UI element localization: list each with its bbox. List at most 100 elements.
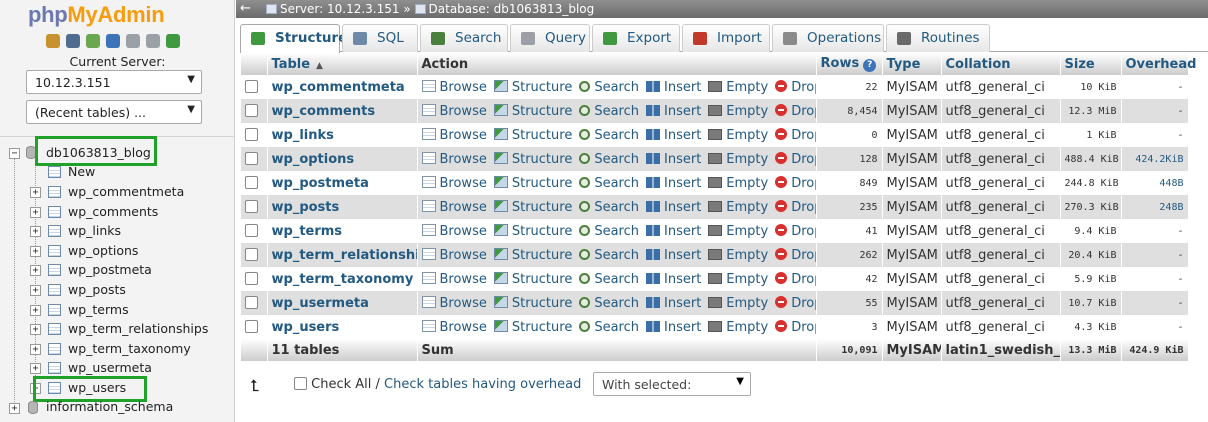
tree-db-information-schema[interactable]: + information_schema [0, 398, 234, 418]
collapse-icon[interactable]: − [9, 148, 20, 159]
action-structure[interactable]: Structure [493, 271, 572, 287]
tree-table-wp-posts[interactable]: + wp_posts [0, 280, 234, 300]
tree-table-label[interactable]: wp_links [68, 223, 121, 238]
action-drop[interactable]: Drop [775, 103, 815, 119]
tab-routines[interactable]: Routines [886, 24, 990, 52]
tree-table-wp-options[interactable]: + wp_options [0, 241, 234, 261]
logout-icon[interactable] [86, 34, 100, 48]
action-insert[interactable]: Insert [646, 224, 701, 239]
tab-sql[interactable]: SQL [342, 24, 418, 52]
tree-table-label[interactable]: wp_term_taxonomy [68, 341, 191, 356]
table-name-link[interactable]: wp_term_relationships [267, 243, 418, 267]
action-empty[interactable]: Empty [708, 224, 768, 239]
tree-table-wp-links[interactable]: + wp_links [0, 221, 234, 241]
row-checkbox[interactable] [245, 151, 258, 165]
action-structure[interactable]: Structure [493, 319, 572, 335]
action-search[interactable]: Search [579, 128, 639, 143]
check-overhead-link[interactable]: Check tables having overhead [384, 377, 581, 392]
tree-table-label[interactable]: wp_usermeta [68, 360, 152, 375]
row-checkbox[interactable] [245, 271, 258, 285]
action-empty[interactable]: Empty [708, 152, 768, 167]
row-checkbox[interactable] [245, 103, 258, 117]
row-checkbox[interactable] [245, 175, 258, 189]
tree-table-wp-commentmeta[interactable]: + wp_commentmeta [0, 182, 234, 202]
action-browse[interactable]: Browse [421, 295, 487, 311]
action-structure[interactable]: Structure [493, 295, 572, 311]
action-insert[interactable]: Insert [646, 272, 701, 287]
expand-icon[interactable]: + [30, 324, 41, 336]
expand-icon[interactable]: + [30, 343, 41, 355]
action-search[interactable]: Search [579, 296, 639, 311]
action-empty[interactable]: Empty [708, 80, 768, 95]
header-overhead[interactable]: Overhead [1121, 53, 1196, 75]
action-drop[interactable]: Drop [775, 127, 815, 143]
phpmyadmin-logo[interactable]: phpMyAdmin [28, 2, 165, 28]
tree-table-label[interactable]: wp_terms [68, 302, 129, 317]
action-browse[interactable]: Browse [421, 79, 487, 95]
tab-search[interactable]: Search [420, 24, 508, 52]
table-name-link[interactable]: wp_posts [267, 195, 418, 219]
action-structure[interactable]: Structure [493, 247, 572, 263]
action-insert[interactable]: Insert [646, 152, 701, 167]
expand-icon[interactable]: + [30, 245, 41, 257]
action-structure[interactable]: Structure [493, 223, 572, 239]
action-drop[interactable]: Drop [775, 319, 815, 335]
tree-db-label[interactable]: information_schema [46, 399, 173, 414]
action-drop[interactable]: Drop [775, 223, 815, 239]
expand-icon[interactable]: + [30, 285, 41, 296]
action-empty[interactable]: Empty [708, 128, 768, 143]
with-selected-select[interactable]: With selected: ▼ [593, 372, 751, 396]
home-icon[interactable] [46, 34, 60, 48]
action-drop[interactable]: Drop [775, 295, 815, 311]
action-insert[interactable]: Insert [646, 248, 701, 263]
action-insert[interactable]: Insert [646, 104, 701, 119]
header-rows[interactable]: Rows? [816, 53, 883, 75]
tab-import[interactable]: Import [682, 24, 770, 52]
row-checkbox[interactable] [245, 199, 258, 213]
table-name-link[interactable]: wp_terms [267, 219, 418, 243]
row-checkbox[interactable] [245, 127, 258, 141]
row-checkbox[interactable] [245, 295, 258, 309]
back-arrow-icon[interactable]: ← [240, 0, 251, 18]
check-all-link[interactable]: Check All [311, 377, 371, 392]
action-structure[interactable]: Structure [493, 151, 572, 167]
tree-table-wp-postmeta[interactable]: + wp_postmeta [0, 260, 234, 280]
action-empty[interactable]: Empty [708, 104, 768, 119]
action-structure[interactable]: Structure [493, 199, 572, 215]
action-insert[interactable]: Insert [646, 200, 701, 215]
action-browse[interactable]: Browse [421, 319, 487, 335]
expand-icon[interactable]: + [30, 226, 41, 238]
action-browse[interactable]: Browse [421, 271, 487, 287]
table-name-link[interactable]: wp_term_taxonomy [267, 267, 418, 291]
breadcrumb-database[interactable]: Database: db1063813_blog [429, 2, 595, 16]
action-search[interactable]: Search [579, 104, 639, 119]
action-drop[interactable]: Drop [775, 271, 815, 287]
action-drop[interactable]: Drop [775, 199, 815, 215]
table-name-link[interactable]: wp_options [267, 147, 418, 171]
row-checkbox[interactable] [245, 79, 258, 93]
table-name-link[interactable]: wp_usermeta [267, 291, 418, 315]
table-name-link[interactable]: wp_users [267, 315, 418, 339]
action-empty[interactable]: Empty [708, 176, 768, 191]
action-insert[interactable]: Insert [646, 320, 701, 335]
tab-query[interactable]: Query [510, 24, 590, 52]
action-empty[interactable]: Empty [708, 272, 768, 287]
tree-table-wp-comments[interactable]: + wp_comments [0, 202, 234, 222]
tab-structure[interactable]: Structure [240, 24, 347, 53]
action-structure[interactable]: Structure [493, 127, 572, 143]
tree-table-label[interactable]: wp_comments [68, 204, 158, 219]
action-drop[interactable]: Drop [775, 79, 815, 95]
tree-table-wp-term-taxonomy[interactable]: + wp_term_taxonomy [0, 339, 234, 359]
table-name-link[interactable]: wp_comments [267, 99, 418, 123]
check-all-checkbox[interactable] [294, 377, 307, 390]
tree-new-node[interactable]: New [0, 162, 234, 182]
action-search[interactable]: Search [579, 224, 639, 239]
tree-table-label[interactable]: wp_term_relationships [68, 321, 208, 336]
docs-icon[interactable] [126, 34, 140, 48]
expand-icon[interactable]: + [30, 304, 41, 316]
row-checkbox[interactable] [245, 223, 258, 237]
header-type[interactable]: Type [882, 53, 942, 75]
table-name-link[interactable]: wp_links [267, 123, 418, 147]
copy-icon[interactable] [146, 34, 160, 48]
action-browse[interactable]: Browse [421, 103, 487, 119]
